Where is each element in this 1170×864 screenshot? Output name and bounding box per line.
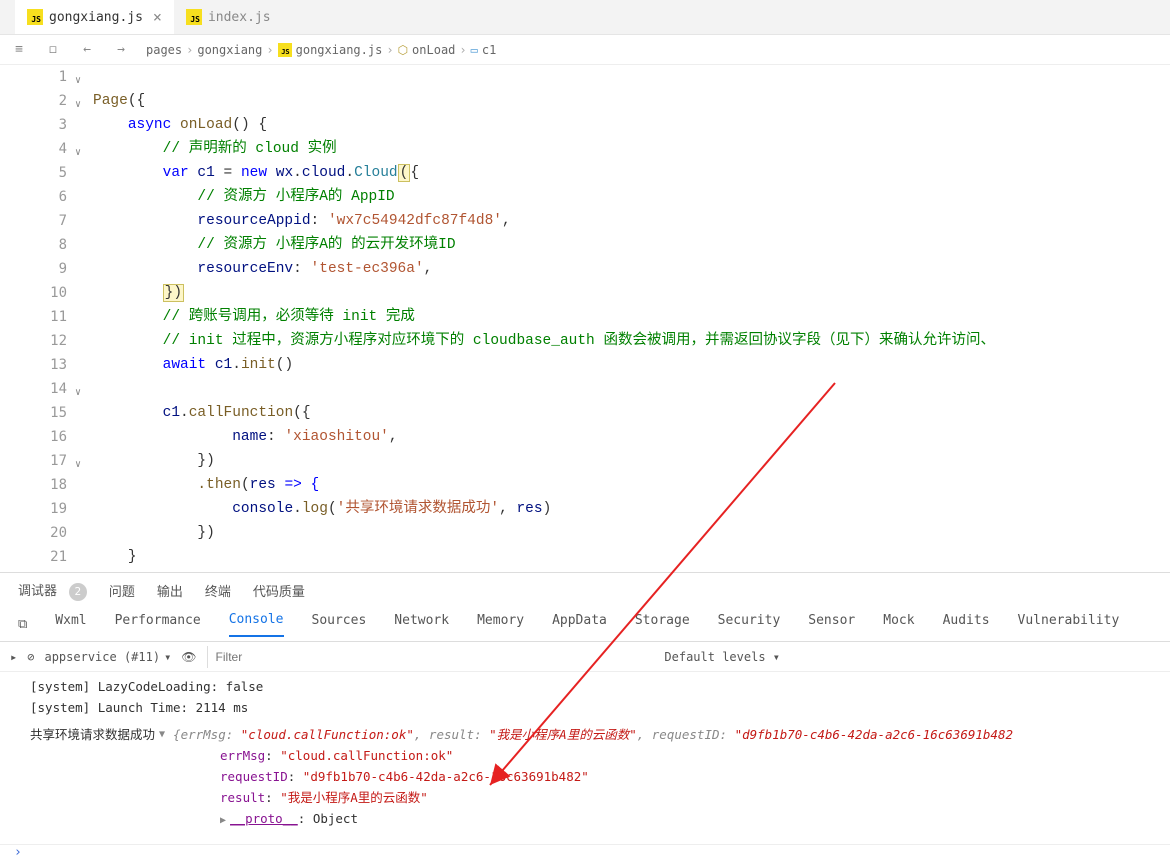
line-gutter: 1∨ 2∨ 3 4∨ 5 6 7 8 9 10 11 12 13 14∨ 15 … — [0, 65, 85, 572]
tab-wxml[interactable]: Wxml — [55, 613, 86, 636]
tab-sources[interactable]: Sources — [312, 613, 367, 636]
close-icon[interactable]: × — [153, 8, 162, 26]
tab-code-quality[interactable]: 代码质量 — [253, 581, 305, 600]
devtools-tabs: ⧉ Wxml Performance Console Sources Netwo… — [0, 608, 1170, 642]
tab-storage[interactable]: Storage — [635, 613, 690, 636]
chevron-right-icon: › — [266, 43, 273, 57]
tab-debugger[interactable]: 调试器 2 — [18, 580, 87, 601]
expand-icon[interactable]: ▼ — [159, 724, 165, 745]
console-prop: requestID: "d9fb1b70-c4b6-42da-a2c6-16c6… — [30, 766, 1170, 787]
tab-terminal[interactable]: 终端 — [205, 581, 231, 600]
forward-icon[interactable]: → — [112, 42, 130, 57]
tab-memory[interactable]: Memory — [477, 613, 524, 636]
console-output[interactable]: [system] LazyCodeLoading: false [system]… — [0, 672, 1170, 835]
code-area[interactable]: Page({ async onLoad() { // 声明新的 cloud 实例… — [85, 65, 1170, 572]
back-icon[interactable]: ← — [78, 42, 96, 57]
console-prop[interactable]: ▶__proto__: Object — [30, 808, 1170, 831]
console-line: [system] Launch Time: 2114 ms — [30, 697, 1170, 718]
tab-security[interactable]: Security — [718, 613, 781, 636]
context-select[interactable]: appservice (#11)▾ — [44, 650, 171, 664]
js-icon: JS — [278, 43, 292, 57]
console-line: 共享环境请求数据成功 ▼ {errMsg: "cloud.callFunctio… — [30, 724, 1170, 745]
tab-audits[interactable]: Audits — [943, 613, 990, 636]
list-icon[interactable]: ≡ — [10, 42, 28, 57]
breadcrumb-segment[interactable]: gongxiang.js — [296, 43, 383, 57]
badge: 2 — [69, 583, 87, 601]
bookmark-icon[interactable]: ◻ — [44, 42, 62, 57]
breadcrumb-bar: ≡ ◻ ← → pages › gongxiang › JS gongxiang… — [0, 35, 1170, 65]
console-toolbar: ▸ ⊘ appservice (#11)▾ 👁 Default levels ▾ — [0, 642, 1170, 672]
breadcrumb-segment[interactable]: gongxiang — [197, 43, 262, 57]
tab-index[interactable]: JS index.js — [174, 0, 283, 34]
editor-tabs: JS gongxiang.js × JS index.js — [0, 0, 1170, 35]
tab-vulnerability[interactable]: Vulnerability — [1018, 613, 1120, 636]
js-icon: JS — [186, 9, 202, 25]
breadcrumb-segment[interactable]: c1 — [482, 43, 496, 57]
tab-mock[interactable]: Mock — [883, 613, 914, 636]
tab-performance[interactable]: Performance — [115, 613, 201, 636]
tab-network[interactable]: Network — [394, 613, 449, 636]
inspect-icon[interactable]: ⧉ — [18, 617, 27, 632]
tab-label: gongxiang.js — [49, 10, 143, 25]
breadcrumb-segment[interactable]: onLoad — [412, 43, 455, 57]
console-prop: errMsg: "cloud.callFunction:ok" — [30, 745, 1170, 766]
console-prop: result: "我是小程序A里的云函数" — [30, 787, 1170, 808]
panel-tabs: 调试器 2 问题 输出 终端 代码质量 — [0, 572, 1170, 608]
chevron-right-icon: › — [459, 43, 466, 57]
tab-sensor[interactable]: Sensor — [808, 613, 855, 636]
tab-problems[interactable]: 问题 — [109, 581, 135, 600]
console-prompt[interactable]: › — [0, 844, 1170, 864]
tab-console[interactable]: Console — [229, 612, 284, 637]
tab-label: index.js — [208, 10, 271, 25]
tab-appdata[interactable]: AppData — [552, 613, 607, 636]
console-line: [system] LazyCodeLoading: false — [30, 676, 1170, 697]
code-editor[interactable]: 1∨ 2∨ 3 4∨ 5 6 7 8 9 10 11 12 13 14∨ 15 … — [0, 65, 1170, 572]
variable-icon: ▭ — [471, 43, 478, 57]
tab-output[interactable]: 输出 — [157, 581, 183, 600]
chevron-right-icon: › — [186, 43, 193, 57]
chevron-right-icon: › — [386, 43, 393, 57]
eye-icon[interactable]: 👁 — [181, 650, 196, 664]
breadcrumb-segment[interactable]: pages — [146, 43, 182, 57]
levels-select[interactable]: Default levels ▾ — [664, 650, 780, 664]
clear-icon[interactable]: ⊘ — [27, 650, 34, 664]
expand-icon[interactable]: ▶ — [220, 815, 226, 826]
cube-icon: ⬡ — [398, 43, 408, 57]
play-icon[interactable]: ▸ — [10, 650, 17, 664]
filter-input[interactable] — [207, 646, 542, 668]
js-icon: JS — [27, 9, 43, 25]
breadcrumb[interactable]: pages › gongxiang › JS gongxiang.js › ⬡ … — [146, 43, 496, 57]
tab-gongxiang[interactable]: JS gongxiang.js × — [15, 0, 174, 34]
